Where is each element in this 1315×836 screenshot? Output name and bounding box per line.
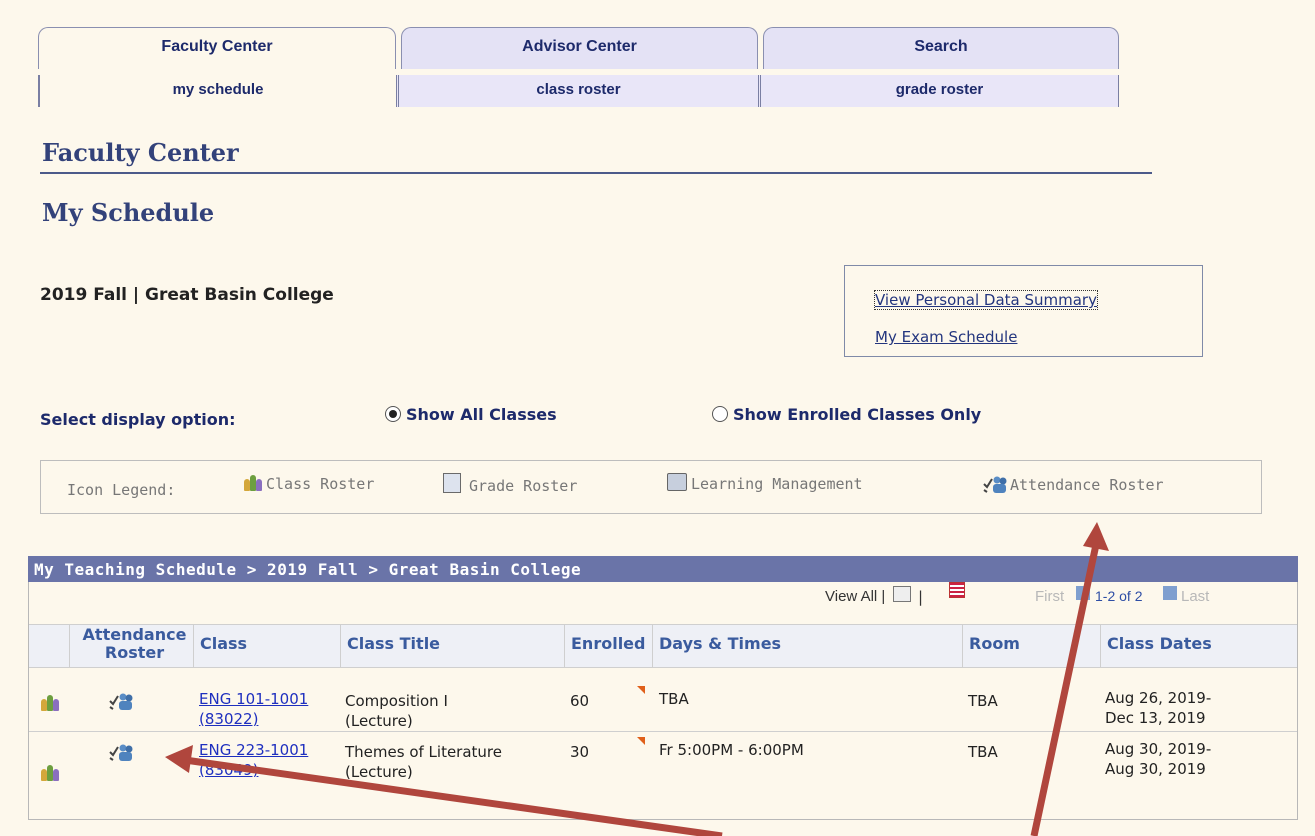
legend-grade-roster: Grade Roster bbox=[443, 473, 577, 495]
col-class-dates: Class Dates bbox=[1100, 624, 1297, 668]
view-all-text[interactable]: View All bbox=[825, 588, 877, 605]
new-window-icon[interactable] bbox=[893, 586, 911, 602]
class-number-link[interactable]: (83049) bbox=[199, 761, 258, 779]
legend-attendance-roster-text: Attendance Roster bbox=[1010, 476, 1164, 494]
class-roster-icon bbox=[244, 475, 262, 491]
legend-learning-management-text: Learning Management bbox=[691, 475, 863, 493]
personal-links-box: View Personal Data Summary My Exam Sched… bbox=[844, 265, 1203, 357]
col-days-times: Days & Times bbox=[652, 624, 962, 668]
class-roster-icon[interactable] bbox=[41, 765, 59, 781]
subtab-class-roster[interactable]: class roster bbox=[396, 75, 758, 107]
nav-separator: | bbox=[918, 588, 924, 606]
attendance-roster-icon[interactable] bbox=[109, 692, 133, 714]
teaching-schedule-grid: View All | | First 1-2 of 2 Last Attenda… bbox=[28, 582, 1298, 820]
col-enrolled: Enrolled bbox=[564, 624, 652, 668]
show-all-label: Show All Classes bbox=[406, 405, 557, 424]
tab-faculty-center[interactable]: Faculty Center bbox=[38, 27, 396, 69]
class-title-text: Composition I bbox=[345, 692, 448, 710]
flag-icon bbox=[637, 686, 645, 694]
attendance-roster-icon bbox=[983, 475, 1007, 493]
view-all-link[interactable]: View All | bbox=[825, 588, 885, 605]
legend-label: Icon Legend: bbox=[67, 481, 176, 499]
attendance-roster-icon[interactable] bbox=[109, 743, 133, 765]
next-page-icon[interactable] bbox=[1163, 586, 1177, 600]
nav-last[interactable]: Last bbox=[1181, 588, 1209, 605]
tab-advisor-center[interactable]: Advisor Center bbox=[401, 27, 758, 69]
col-class: Class bbox=[193, 624, 340, 668]
show-enrolled-label: Show Enrolled Classes Only bbox=[733, 405, 982, 424]
legend-class-roster: Class Roster bbox=[244, 475, 374, 493]
page-title: Faculty Center bbox=[42, 138, 239, 167]
nav-first[interactable]: First bbox=[1035, 588, 1064, 605]
arrow-head-legend bbox=[1083, 522, 1109, 551]
class-code-link[interactable]: ENG 101-1001 bbox=[199, 690, 308, 708]
class-start-date: Aug 26, 2019- bbox=[1105, 689, 1212, 707]
flag-icon bbox=[637, 737, 645, 745]
col-class-title: Class Title bbox=[340, 624, 564, 668]
room: TBA bbox=[968, 743, 998, 761]
grid-title-bar: My Teaching Schedule > 2019 Fall > Great… bbox=[28, 556, 1298, 582]
subtab-grade-roster[interactable]: grade roster bbox=[758, 75, 1119, 107]
grade-roster-icon bbox=[443, 473, 461, 493]
row-divider bbox=[29, 731, 1297, 732]
class-code-link[interactable]: ENG 223-1001 bbox=[199, 741, 308, 759]
class-end-date: Dec 13, 2019 bbox=[1105, 709, 1206, 727]
enrolled-count: 30 bbox=[570, 743, 590, 761]
radio-unselected-icon[interactable] bbox=[712, 406, 728, 422]
class-start-date: Aug 30, 2019- bbox=[1105, 740, 1212, 758]
nav-range: 1-2 of 2 bbox=[1095, 588, 1143, 604]
class-component-text: (Lecture) bbox=[345, 763, 413, 781]
class-title: Themes of Literature (Lecture) bbox=[345, 742, 502, 782]
col-room: Room bbox=[962, 624, 1100, 668]
subtab-my-schedule[interactable]: my schedule bbox=[38, 75, 396, 107]
display-option-label: Select display option: bbox=[40, 410, 236, 429]
class-end-date: Aug 30, 2019 bbox=[1105, 760, 1206, 778]
show-all-radio[interactable]: Show All Classes bbox=[385, 405, 557, 424]
term-label: 2019 Fall | Great Basin College bbox=[40, 285, 334, 305]
legend-learning-management: Learning Management bbox=[667, 473, 863, 493]
radio-selected-icon[interactable] bbox=[385, 406, 401, 422]
exam-schedule-link[interactable]: My Exam Schedule bbox=[875, 328, 1017, 346]
col-attendance-roster: Attendance Roster bbox=[69, 624, 193, 668]
enrolled-count: 60 bbox=[570, 692, 590, 710]
prev-page-icon[interactable] bbox=[1076, 586, 1090, 600]
class-roster-icon[interactable] bbox=[41, 695, 59, 711]
legend-attendance-roster: Attendance Roster bbox=[983, 475, 1164, 494]
days-times: TBA bbox=[659, 690, 689, 708]
heading-divider bbox=[40, 172, 1152, 174]
class-dates: Aug 26, 2019- Dec 13, 2019 bbox=[1105, 688, 1211, 728]
class-link[interactable]: ENG 101-1001 (83022) bbox=[199, 689, 308, 729]
section-title: My Schedule bbox=[42, 198, 215, 227]
col-attendance-line1: Attendance bbox=[82, 625, 187, 644]
learning-management-icon bbox=[667, 473, 687, 491]
class-dates: Aug 30, 2019- Aug 30, 2019 bbox=[1105, 739, 1211, 779]
class-title-text: Themes of Literature bbox=[345, 743, 502, 761]
download-grid-icon[interactable] bbox=[949, 582, 965, 598]
class-number-link[interactable]: (83022) bbox=[199, 710, 258, 728]
days-times: Fr 5:00PM - 6:00PM bbox=[659, 741, 804, 759]
class-title: Composition I (Lecture) bbox=[345, 691, 448, 731]
view-personal-data-link[interactable]: View Personal Data Summary bbox=[874, 290, 1098, 310]
room: TBA bbox=[968, 692, 998, 710]
legend-grade-roster-text: Grade Roster bbox=[469, 477, 578, 495]
show-enrolled-radio[interactable]: Show Enrolled Classes Only bbox=[712, 405, 981, 424]
class-component-text: (Lecture) bbox=[345, 712, 413, 730]
legend-class-roster-text: Class Roster bbox=[266, 475, 375, 493]
icon-legend: Icon Legend: Class Roster Grade Roster L… bbox=[40, 460, 1262, 514]
col-attendance-line2: Roster bbox=[104, 643, 165, 662]
class-link[interactable]: ENG 223-1001 (83049) bbox=[199, 740, 308, 780]
tab-search[interactable]: Search bbox=[763, 27, 1119, 69]
